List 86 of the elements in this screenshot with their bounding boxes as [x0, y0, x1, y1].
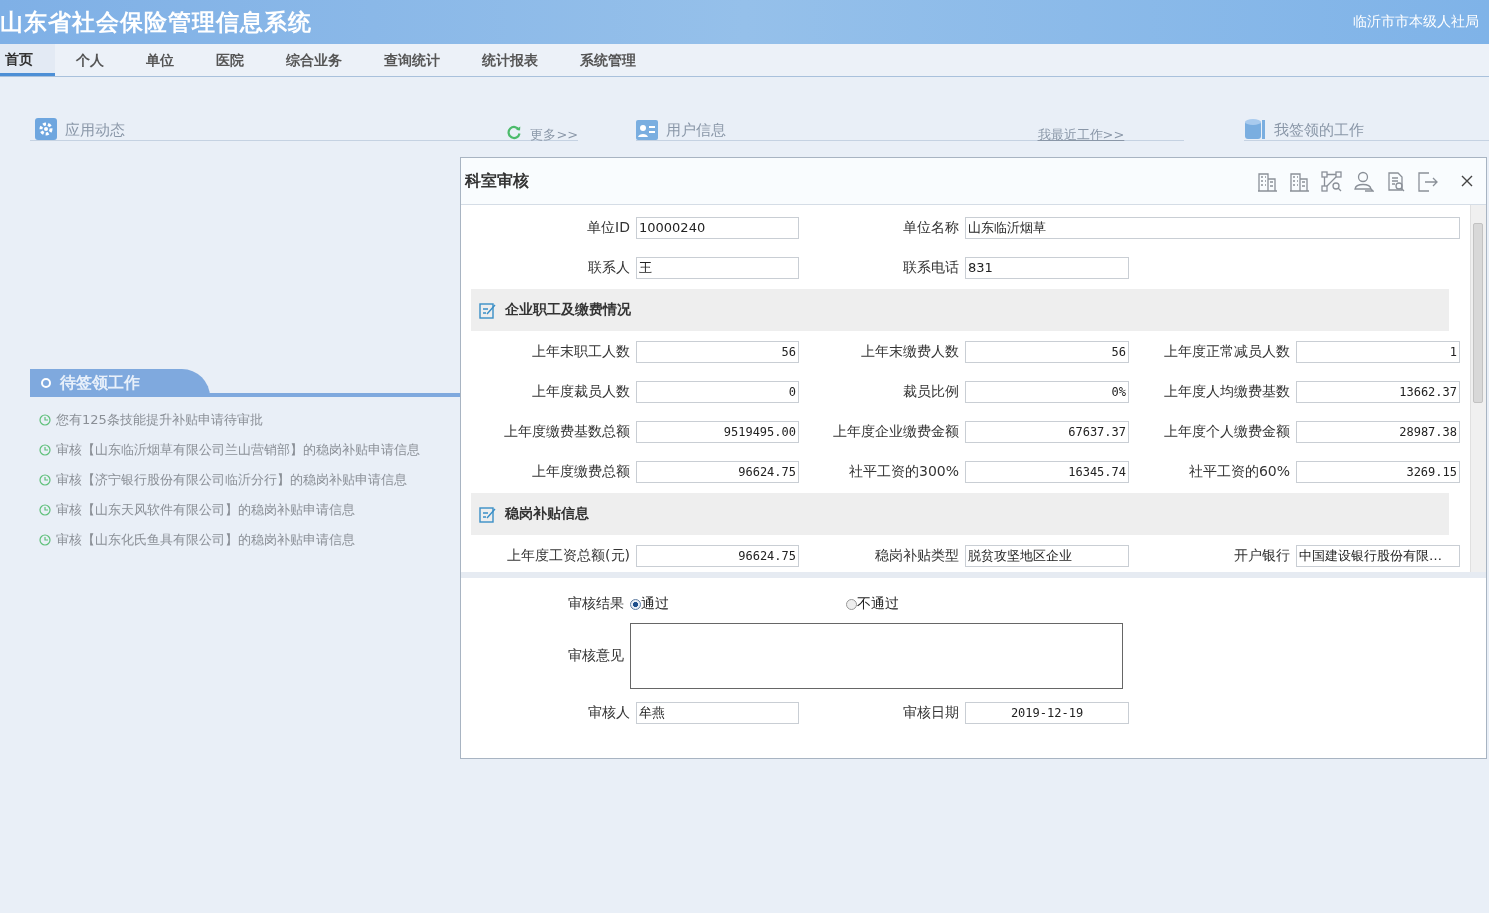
scrollbar[interactable] [1470, 205, 1486, 572]
panel-title: 用户信息 [666, 120, 727, 140]
input-field[interactable]: 3269.15 [1296, 461, 1460, 483]
clock-icon [39, 503, 51, 516]
building-icon[interactable] [1257, 170, 1278, 192]
nav-tab[interactable]: 医院 [195, 44, 265, 76]
input-field[interactable]: 16345.74 [965, 461, 1129, 483]
panel-title: 应用动态 [65, 120, 125, 140]
field-label: 上年度缴费基数总额 [503, 423, 631, 441]
field-label: 审核人 [587, 704, 631, 722]
field-label: 审核日期 [902, 704, 960, 722]
nav-tab[interactable]: 统计报表 [461, 44, 559, 76]
gear-icon [35, 118, 57, 140]
input-field[interactable]: 56 [965, 341, 1129, 363]
input-field[interactable]: 0% [965, 381, 1129, 403]
field-label: 审核结果 [567, 595, 625, 613]
radio-label: 通过 [641, 595, 669, 613]
section-title: 待签领工作 [60, 372, 140, 394]
input-field[interactable]: 1 [1296, 341, 1460, 363]
input-field[interactable]: 831 [965, 257, 1129, 279]
field-label: 上年度正常减员人数 [1163, 343, 1291, 361]
clock-icon [39, 413, 51, 426]
nav-tab[interactable]: 综合业务 [265, 44, 363, 76]
input-field[interactable]: 10000240 [636, 217, 799, 239]
field-label: 上年度企业缴费金额 [832, 423, 960, 441]
ring-icon [40, 377, 52, 389]
input-field[interactable]: 0 [636, 381, 799, 403]
input-field[interactable]: 13662.37 [1296, 381, 1460, 403]
nav-tab[interactable]: 系统管理 [559, 44, 657, 76]
input-field[interactable]: 山东临沂烟草 [965, 217, 1460, 239]
nav-tab[interactable]: 查询统计 [363, 44, 461, 76]
input-field[interactable]: 28987.38 [1296, 421, 1460, 443]
nav-tab[interactable]: 单位 [125, 44, 195, 76]
input-field[interactable]: 96624.75 [636, 545, 799, 567]
radio-label: 不通过 [857, 595, 899, 613]
field-label: 审核意见 [567, 647, 625, 665]
input-field[interactable]: 牟燕 [636, 702, 799, 724]
field-label: 社平工资的60% [1187, 463, 1291, 481]
field-label: 上年度人均缴费基数 [1163, 383, 1291, 401]
input-field[interactable]: 96624.75 [636, 461, 799, 483]
radio-button[interactable] [846, 598, 857, 610]
field-label: 稳岗补贴类型 [874, 547, 960, 565]
field-label: 上年末缴费人数 [860, 343, 960, 361]
field-label: 单位ID [586, 219, 631, 237]
id-card-icon [636, 120, 659, 140]
field-label: 上年度缴费总额 [531, 463, 631, 481]
radio-button[interactable] [630, 598, 641, 610]
field-label: 开户银行 [1233, 547, 1291, 565]
field-label: 上年度个人缴费金额 [1163, 423, 1291, 441]
field-label: 联系电话 [902, 259, 960, 277]
refresh-icon [506, 124, 523, 140]
system-title: 山东省社会保险管理信息系统 [0, 7, 312, 37]
clock-icon [39, 533, 51, 546]
user-icon[interactable] [1353, 170, 1374, 192]
input-field[interactable]: 56 [636, 341, 799, 363]
dialog-title: 科室审核 [465, 170, 529, 192]
section-title: 企业职工及缴费情况 [505, 301, 631, 319]
clock-icon [39, 443, 51, 456]
field-label: 上年度工资总额(元) [506, 547, 631, 565]
panel-title: 我签领的工作 [1274, 120, 1365, 140]
section-title: 稳岗补贴信息 [505, 505, 589, 523]
input-field[interactable]: 脱贫攻坚地区企业 [965, 545, 1129, 567]
binder-icon [1244, 118, 1267, 140]
edit-icon [479, 505, 497, 523]
org-name: 临沂市市本级人社局 [1353, 13, 1480, 31]
building-icon[interactable] [1289, 170, 1310, 192]
comment-field[interactable] [630, 623, 1123, 689]
input-field[interactable]: 2019-12-19 [965, 702, 1129, 724]
document-search-icon[interactable] [1385, 170, 1406, 192]
input-field[interactable]: 9519495.00 [636, 421, 799, 443]
nav-tab[interactable]: 首页 [0, 44, 55, 76]
flow-icon[interactable] [1321, 170, 1342, 192]
field-label: 裁员比例 [902, 383, 960, 401]
input-field[interactable]: 王 [636, 257, 799, 279]
field-label: 上年度裁员人数 [531, 383, 631, 401]
field-label: 上年末职工人数 [531, 343, 631, 361]
nav-tab[interactable]: 个人 [55, 44, 125, 76]
field-label: 社平工资的300% [847, 463, 960, 481]
exit-icon[interactable] [1417, 170, 1438, 192]
edit-icon [479, 301, 497, 319]
field-label: 单位名称 [902, 219, 960, 237]
input-field[interactable]: 67637.37 [965, 421, 1129, 443]
input-field[interactable]: 中国建设银行股份有限… [1296, 545, 1460, 567]
clock-icon [39, 473, 51, 486]
close-icon[interactable] [1461, 175, 1473, 187]
field-label: 联系人 [587, 259, 631, 277]
